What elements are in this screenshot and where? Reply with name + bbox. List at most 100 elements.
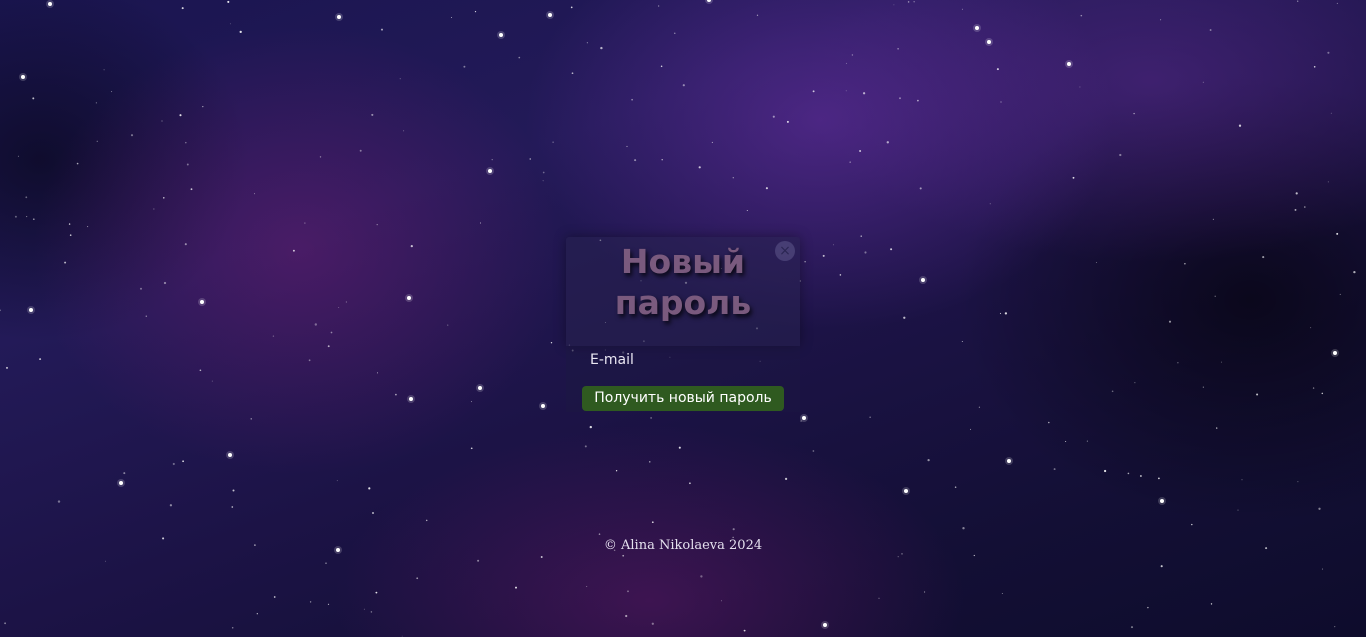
star xyxy=(800,420,802,422)
star xyxy=(345,301,347,303)
star xyxy=(996,68,999,71)
star xyxy=(542,180,544,182)
star xyxy=(661,158,663,161)
star xyxy=(1330,112,1332,114)
star xyxy=(163,197,165,199)
star xyxy=(1238,124,1242,127)
bright-star xyxy=(200,300,204,304)
star xyxy=(860,235,862,237)
star xyxy=(649,461,651,463)
star xyxy=(862,92,866,95)
star xyxy=(163,281,167,285)
star xyxy=(376,223,378,226)
star xyxy=(1241,479,1243,481)
star xyxy=(627,590,629,593)
star xyxy=(145,315,148,317)
star xyxy=(182,460,184,463)
star xyxy=(359,149,362,152)
star xyxy=(954,486,957,488)
star xyxy=(540,556,543,558)
star xyxy=(600,46,603,50)
email-field[interactable]: E-mail xyxy=(590,352,634,368)
star xyxy=(370,611,373,613)
star xyxy=(1318,507,1321,510)
star xyxy=(682,84,685,87)
star xyxy=(1220,361,1222,363)
star xyxy=(924,591,926,593)
star xyxy=(1072,176,1075,179)
star xyxy=(239,30,242,34)
star xyxy=(17,155,19,157)
star xyxy=(890,248,893,251)
star-glow xyxy=(497,31,505,39)
bright-star xyxy=(29,308,33,312)
star xyxy=(586,42,588,44)
star xyxy=(622,554,625,557)
star xyxy=(743,629,746,632)
new-password-dialog: Новый пароль × E-mail Получить новый пар… xyxy=(566,237,800,412)
bright-star xyxy=(407,296,411,300)
bright-star xyxy=(488,169,492,173)
star xyxy=(1304,206,1306,208)
star xyxy=(330,331,333,334)
star xyxy=(989,203,991,205)
star xyxy=(634,159,637,162)
star xyxy=(529,158,531,160)
star xyxy=(1214,295,1216,297)
star xyxy=(859,149,862,153)
star xyxy=(232,489,235,492)
close-icon[interactable]: × xyxy=(775,241,795,261)
star xyxy=(598,533,601,535)
star-glow xyxy=(27,306,35,314)
star-glow xyxy=(705,0,713,4)
star xyxy=(139,287,143,290)
star xyxy=(962,527,965,530)
star xyxy=(550,342,553,344)
bright-star xyxy=(48,2,52,6)
star xyxy=(651,622,654,625)
star xyxy=(1000,101,1002,103)
star-glow xyxy=(476,384,484,392)
star xyxy=(1080,14,1083,17)
star xyxy=(584,445,587,448)
star xyxy=(907,1,910,3)
star xyxy=(651,521,654,524)
bright-star xyxy=(904,489,908,493)
star xyxy=(256,613,258,615)
bright-star xyxy=(975,26,979,30)
star xyxy=(161,120,163,122)
star-glow xyxy=(902,487,910,495)
star xyxy=(14,215,17,218)
get-new-password-button[interactable]: Получить новый пароль xyxy=(582,386,784,411)
star xyxy=(69,234,72,236)
star xyxy=(839,274,842,276)
star xyxy=(227,0,230,3)
star xyxy=(1079,86,1081,88)
star xyxy=(626,145,628,148)
star xyxy=(254,193,255,195)
star xyxy=(689,482,691,485)
star xyxy=(978,406,981,408)
star-glow xyxy=(800,414,808,422)
star xyxy=(772,115,775,118)
star-glow xyxy=(821,621,829,629)
star xyxy=(570,6,573,9)
star xyxy=(1313,66,1316,68)
dialog-title: Новый пароль xyxy=(566,241,800,323)
star xyxy=(961,8,963,10)
star xyxy=(1191,523,1193,526)
star xyxy=(416,577,419,580)
star xyxy=(973,554,975,557)
dialog-body: E-mail Получить новый пароль xyxy=(566,346,800,412)
star xyxy=(1130,626,1134,629)
star xyxy=(650,417,652,419)
star xyxy=(1312,387,1315,389)
star-glow xyxy=(1158,497,1166,505)
star xyxy=(812,450,815,452)
bright-star xyxy=(823,623,827,627)
star xyxy=(1209,29,1212,31)
star xyxy=(720,600,722,602)
star xyxy=(1321,392,1324,395)
star xyxy=(1210,603,1213,605)
star xyxy=(1294,208,1297,211)
